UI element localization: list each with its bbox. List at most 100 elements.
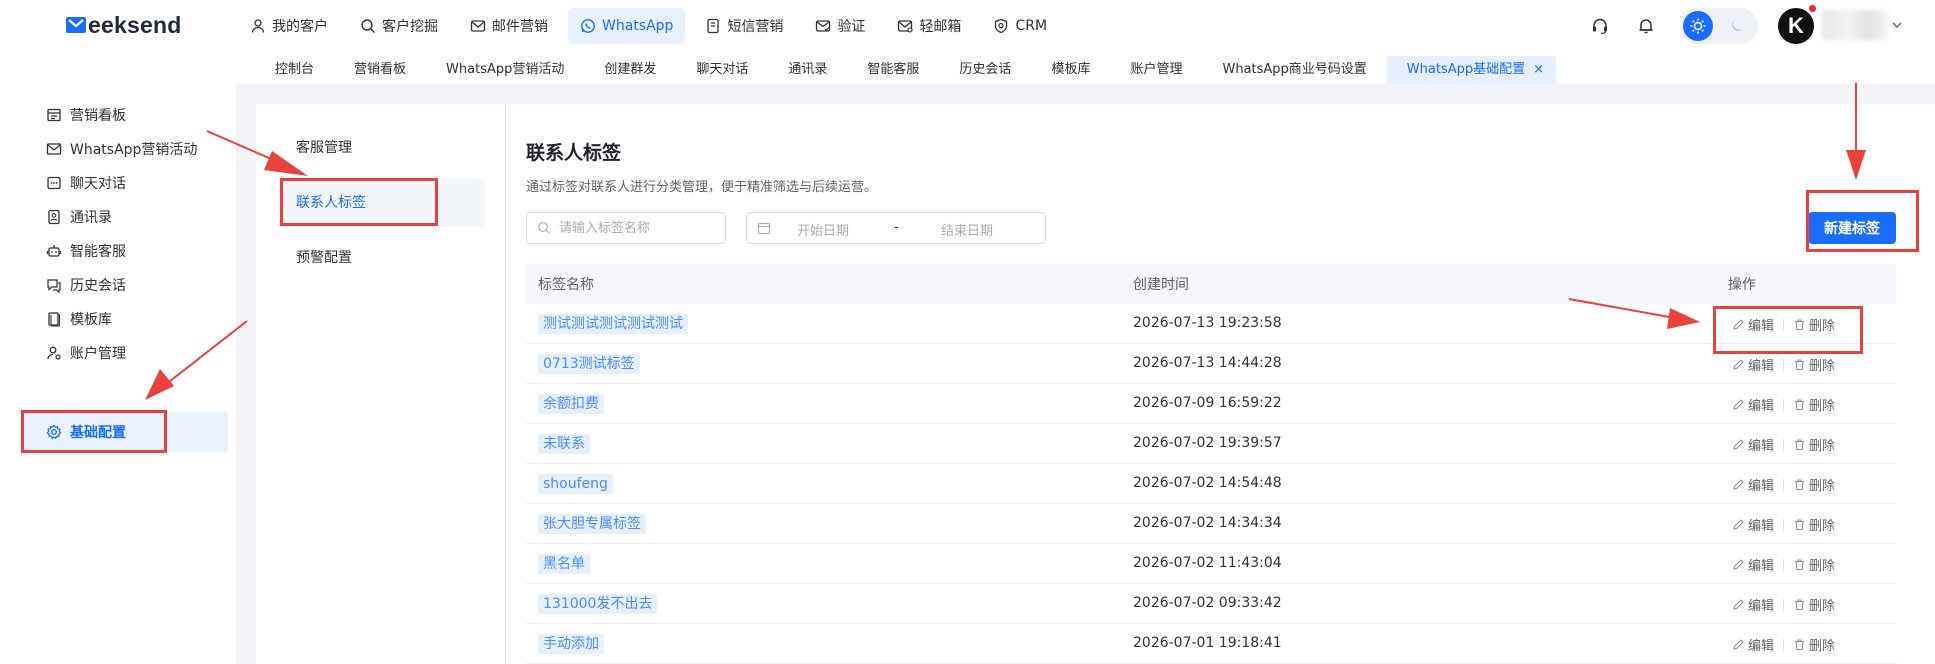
action-divider	[1783, 558, 1785, 571]
moon-icon	[1732, 20, 1743, 31]
tab-business-number[interactable]: WhatsApp商业号码设置	[1202, 56, 1386, 84]
tag-chip[interactable]: 未联系	[538, 434, 590, 454]
tab-smart-service[interactable]: 智能客服	[847, 56, 939, 84]
tag-chip[interactable]: shoufeng	[538, 474, 613, 494]
column-header-actions: 操作	[1728, 277, 1756, 293]
headset-icon	[1593, 18, 1607, 35]
delete-button[interactable]: 删除	[1793, 555, 1835, 574]
tab-label: 通讯录	[788, 62, 828, 77]
topnav-my-customers[interactable]: 我的客户	[238, 8, 340, 44]
delete-button[interactable]: 删除	[1793, 635, 1835, 654]
tab-close-icon[interactable]: ×	[1533, 62, 1544, 77]
edit-label: 编辑	[1748, 439, 1775, 454]
topnav-sms-marketing[interactable]: 短信营销	[693, 8, 795, 44]
created-time-cell: 2026-07-02 09:33:42	[1133, 595, 1282, 611]
topnav-label: 邮件营销	[492, 19, 548, 35]
end-date-input[interactable]: 结束日期	[941, 220, 993, 239]
tag-chip[interactable]: 余额扣费	[538, 394, 604, 414]
edit-button[interactable]: 编辑	[1732, 555, 1774, 574]
mail-icon	[470, 20, 486, 32]
dark-mode-button[interactable]	[1722, 11, 1752, 41]
row-actions: 编辑 删除	[1732, 595, 1835, 614]
topnav-label: 我的客户	[272, 19, 328, 35]
delete-button[interactable]: 删除	[1793, 515, 1835, 534]
tab-account[interactable]: 账户管理	[1110, 56, 1202, 84]
chevron-down-icon[interactable]	[1890, 18, 1904, 32]
tag-name-input[interactable]	[559, 220, 709, 236]
pencil-icon	[1733, 559, 1744, 570]
tab-label: WhatsApp营销活动	[446, 62, 565, 77]
topnav-light-mailbox[interactable]: 轻邮箱	[885, 8, 973, 44]
tag-chip[interactable]: 测试测试测试测试测试	[538, 314, 688, 334]
delete-button[interactable]: 删除	[1793, 475, 1835, 494]
topnav-whatsapp[interactable]: WhatsApp	[568, 8, 686, 44]
subnav-alert-config[interactable]: 预警配置	[278, 234, 485, 282]
edit-button[interactable]: 编辑	[1732, 435, 1774, 454]
sidebar-item-account[interactable]: 账户管理	[22, 333, 228, 373]
edit-button[interactable]: 编辑	[1732, 635, 1774, 654]
pencil-icon	[1733, 599, 1744, 610]
tag-chip[interactable]: 0713测试标签	[538, 354, 640, 374]
avatar[interactable]: K	[1778, 8, 1814, 44]
username-redacted[interactable]	[1822, 10, 1888, 40]
tab-history[interactable]: 历史会话	[939, 56, 1031, 84]
date-separator: -	[894, 220, 899, 235]
logo-g-icon	[66, 17, 86, 33]
tab-whatsapp-campaigns[interactable]: WhatsApp营销活动	[426, 56, 584, 84]
created-time-cell: 2026-07-13 19:23:58	[1133, 315, 1282, 331]
theme-toggle[interactable]	[1680, 8, 1758, 44]
topnav-label: CRM	[1015, 18, 1048, 34]
topnav-customer-mining[interactable]: 客户挖掘	[348, 8, 450, 44]
edit-label: 编辑	[1748, 479, 1775, 494]
tab-dashboard[interactable]: 控制台	[255, 56, 334, 84]
row-actions: 编辑 删除	[1732, 355, 1835, 374]
created-time-cell: 2026-07-13 14:44:28	[1133, 355, 1282, 371]
tab-label: 历史会话	[959, 62, 1012, 77]
topnav-crm[interactable]: CRM	[981, 8, 1059, 44]
subnav-customer-service[interactable]: 客服管理	[278, 124, 485, 172]
tab-marketing-board[interactable]: 营销看板	[334, 56, 426, 84]
topnav-label: 验证	[837, 19, 866, 35]
brand-logo[interactable]: eeksend	[66, 10, 181, 40]
topnav-verify[interactable]: 验证	[803, 8, 877, 44]
delete-button[interactable]: 删除	[1793, 595, 1835, 614]
tag-chip[interactable]: 黑名单	[538, 554, 590, 574]
tab-create-broadcast[interactable]: 创建群发	[584, 56, 676, 84]
tab-templates[interactable]: 模板库	[1031, 56, 1110, 84]
delete-button[interactable]: 删除	[1793, 395, 1835, 414]
date-range-picker[interactable]: 开始日期 - 结束日期	[746, 212, 1046, 244]
tags-table: 标签名称 创建时间 操作 测试测试测试测试测试 2026-07-13 19:23:…	[526, 264, 1896, 664]
tab-chat[interactable]: 聊天对话	[676, 56, 768, 84]
annotation-box-new-tag	[1806, 190, 1919, 252]
bell-icon	[1639, 19, 1653, 34]
delete-label: 删除	[1809, 479, 1836, 494]
topnav-email-marketing[interactable]: 邮件营销	[458, 8, 560, 44]
tag-chip[interactable]: 手动添加	[538, 634, 604, 654]
top-header: eeksend 我的客户 客户挖掘 邮件营销 WhatsApp 短信营销 验证	[0, 0, 1935, 52]
table-row: 131000发不出去 2026-07-02 09:33:42 编辑 删除	[526, 584, 1896, 624]
row-actions: 编辑 删除	[1732, 475, 1835, 494]
tag-chip[interactable]: 131000发不出去	[538, 594, 658, 614]
edit-button[interactable]: 编辑	[1732, 475, 1774, 494]
edit-button[interactable]: 编辑	[1732, 395, 1774, 414]
delete-button[interactable]: 删除	[1793, 435, 1835, 454]
avatar-notification-dot	[1809, 5, 1816, 12]
created-time-cell: 2026-07-09 16:59:22	[1133, 395, 1282, 411]
delete-label: 删除	[1809, 519, 1836, 534]
edit-button[interactable]: 编辑	[1732, 355, 1774, 374]
delete-button[interactable]: 删除	[1793, 355, 1835, 374]
created-time-cell: 2026-07-02 19:39:57	[1133, 435, 1282, 451]
notifications-button[interactable]	[1634, 14, 1658, 38]
tag-chip[interactable]: 张大胆专属标签	[538, 514, 646, 534]
start-date-input[interactable]: 开始日期	[797, 220, 849, 239]
edit-button[interactable]: 编辑	[1732, 595, 1774, 614]
annotation-box-basic-config	[21, 410, 167, 453]
edit-button[interactable]: 编辑	[1732, 515, 1774, 534]
tab-contacts[interactable]: 通讯录	[768, 56, 847, 84]
action-divider	[1783, 398, 1785, 411]
tab-label: 账户管理	[1130, 62, 1183, 77]
tab-basic-config[interactable]: WhatsApp基础配置 ×	[1386, 56, 1557, 84]
light-mode-button[interactable]	[1683, 11, 1713, 41]
customer-service-button[interactable]	[1588, 14, 1612, 38]
tag-search-box[interactable]	[526, 212, 726, 244]
